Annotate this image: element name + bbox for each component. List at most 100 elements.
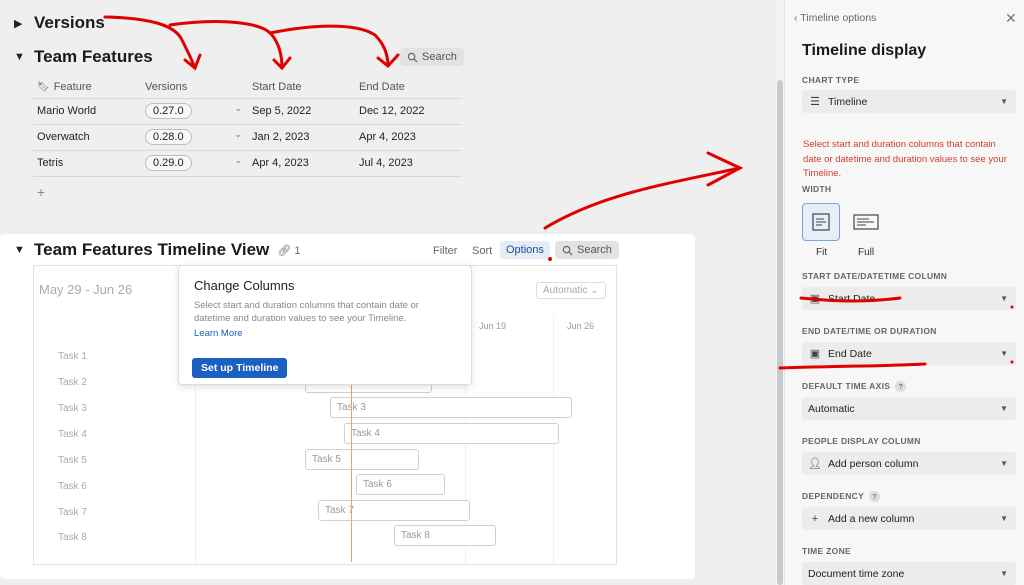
document-canvas: ▶ Versions ▼ Team Features Search 🔖︎ Feat… — [0, 0, 776, 585]
task-label[interactable]: Task 6 — [58, 481, 87, 492]
task-bar[interactable]: Task 8 — [394, 525, 496, 546]
change-columns-popover: Change Columns Select start and duration… — [178, 265, 472, 385]
task-bar[interactable]: Task 5 — [305, 449, 419, 470]
chart-type-select[interactable]: ☰ Timeline ▼ — [802, 90, 1016, 113]
task-bar[interactable]: Task 3 — [330, 397, 572, 418]
end-date-cell[interactable]: Dec 12, 2022 — [355, 98, 462, 125]
task-label[interactable]: Task 2 — [58, 377, 87, 388]
version-cell[interactable]: 0.28.0 ⌄ — [141, 124, 248, 151]
popover-description: Select start and duration columns that c… — [194, 300, 419, 324]
column-header-versions[interactable]: Versions — [141, 76, 248, 99]
expand-triangle-icon[interactable]: ▼ — [14, 51, 34, 63]
timeline-section-header[interactable]: ▼ Team Features Timeline View 🔗︎ 1 — [14, 240, 300, 260]
filter-button[interactable]: Filter — [433, 245, 457, 257]
timeline-icon: ☰ — [810, 96, 820, 108]
start-date-cell[interactable]: Jan 2, 2023 — [248, 124, 355, 151]
chevron-down-icon[interactable]: ⌄ — [234, 129, 242, 140]
features-table: 🔖︎ Feature Versions Start Date End Date M… — [33, 76, 462, 177]
column-header-start-date[interactable]: Start Date — [248, 76, 355, 99]
help-icon[interactable]: ? — [895, 381, 907, 392]
people-column-label: PEOPLE DISPLAY COLUMN — [802, 436, 921, 446]
chevron-down-icon: ▼ — [1000, 514, 1008, 523]
table-search-button[interactable]: Search — [400, 48, 464, 66]
sort-button[interactable]: Sort — [472, 245, 492, 257]
chevron-down-icon: ⌄ — [590, 285, 599, 296]
dependency-select[interactable]: + Add a new column ▼ — [802, 507, 1016, 530]
calendar-icon: ▣ — [809, 293, 821, 305]
end-date-cell[interactable]: Apr 4, 2023 — [355, 124, 462, 151]
start-date-label: START DATE/DATETIME COLUMN — [802, 271, 948, 281]
task-bar[interactable]: Task 4 — [344, 423, 559, 444]
task-label[interactable]: Task 7 — [58, 507, 87, 518]
bookmark-icon: 🔖︎ — [37, 81, 50, 93]
width-fit-label: Fit — [816, 247, 828, 258]
today-marker — [351, 370, 352, 562]
feature-cell[interactable]: Mario World — [33, 98, 141, 125]
width-fit-option[interactable] — [802, 203, 840, 241]
start-date-select[interactable]: ▣ Start Date ▼ — [802, 287, 1016, 310]
chart-type-label: CHART TYPE — [802, 75, 860, 85]
column-header-feature[interactable]: 🔖︎ Feature — [33, 76, 141, 99]
task-label[interactable]: Task 8 — [58, 532, 87, 543]
task-label[interactable]: Task 3 — [58, 403, 87, 414]
popover-title: Change Columns — [194, 278, 295, 293]
learn-more-link[interactable]: Learn More — [194, 328, 243, 339]
person-icon: 👤︎ — [808, 458, 822, 470]
plus-icon: + — [811, 512, 819, 525]
date-range-label: May 29 - Jun 26 — [39, 282, 133, 297]
setup-timeline-button[interactable]: Set up Timeline — [192, 358, 288, 378]
end-date-cell[interactable]: Jul 4, 2023 — [355, 150, 462, 177]
chevron-down-icon[interactable]: ⌄ — [234, 103, 242, 114]
search-icon — [562, 245, 573, 256]
start-date-cell[interactable]: Apr 4, 2023 — [248, 150, 355, 177]
link-count[interactable]: 🔗︎ 1 — [277, 244, 300, 257]
timeline-options-panel: ‹ Timeline options ✕ Timeline display CH… — [784, 0, 1024, 585]
search-label: Search — [577, 244, 612, 256]
collapse-triangle-icon[interactable]: ▶ — [14, 17, 34, 30]
table-header-row: 🔖︎ Feature Versions Start Date End Date — [33, 76, 462, 99]
options-button[interactable]: Options — [500, 241, 550, 259]
task-bar[interactable]: Task 7 — [318, 500, 470, 521]
chevron-down-icon: ▼ — [1000, 459, 1008, 468]
task-label[interactable]: Task 4 — [58, 429, 87, 440]
column-header-end-date[interactable]: End Date — [355, 76, 462, 99]
team-features-title: Team Features — [34, 47, 153, 66]
chevron-down-icon[interactable]: ⌄ — [234, 155, 242, 166]
help-icon[interactable]: ? — [869, 491, 881, 502]
expand-triangle-icon[interactable]: ▼ — [14, 244, 34, 256]
close-icon[interactable]: ✕ — [1005, 10, 1017, 27]
time-zone-label: TIME ZONE — [802, 546, 851, 556]
time-axis-label: DEFAULT TIME AXIS? — [802, 381, 907, 392]
week-label: Jun 26 — [567, 321, 595, 331]
width-label: WIDTH — [802, 184, 832, 194]
calendar-icon: ▣ — [809, 348, 821, 360]
task-label[interactable]: Task 5 — [58, 455, 87, 466]
version-cell[interactable]: 0.29.0 ⌄ — [141, 150, 248, 177]
back-button[interactable]: ‹ Timeline options — [794, 12, 876, 24]
table-row: Tetris 0.29.0 ⌄ Apr 4, 2023 Jul 4, 2023 — [33, 150, 462, 177]
feature-cell[interactable]: Overwatch — [33, 124, 141, 151]
full-width-icon — [853, 214, 879, 230]
version-cell[interactable]: 0.27.0 ⌄ — [141, 98, 248, 125]
feature-cell[interactable]: Tetris — [33, 150, 141, 177]
end-date-label: END DATE/TIME OR DURATION — [802, 326, 937, 336]
zoom-select[interactable]: Automatic ⌄ — [536, 282, 606, 299]
task-bar[interactable]: Task 6 — [356, 474, 445, 495]
versions-section-header[interactable]: ▶ Versions — [14, 13, 105, 33]
team-features-header[interactable]: ▼ Team Features — [14, 47, 153, 67]
start-date-cell[interactable]: Sep 5, 2022 — [248, 98, 355, 125]
people-column-select[interactable]: 👤︎ Add person column ▼ — [802, 452, 1016, 475]
timeline-search-button[interactable]: Search — [555, 241, 619, 259]
time-zone-select[interactable]: Document time zone ▼ — [802, 562, 1016, 585]
link-icon: 🔗︎ — [277, 244, 292, 257]
search-icon — [407, 52, 418, 63]
chevron-down-icon: ▼ — [1000, 294, 1008, 303]
time-axis-select[interactable]: Automatic ▼ — [802, 397, 1016, 420]
width-full-option[interactable] — [847, 203, 885, 241]
end-date-select[interactable]: ▣ End Date ▼ — [802, 342, 1016, 365]
version-pill: 0.29.0 — [145, 155, 192, 171]
scrollbar-thumb[interactable] — [777, 80, 783, 585]
task-label[interactable]: Task 1 — [58, 351, 87, 362]
add-row-button[interactable]: + — [37, 184, 45, 200]
table-row: Overwatch 0.28.0 ⌄ Jan 2, 2023 Apr 4, 202… — [33, 124, 462, 151]
